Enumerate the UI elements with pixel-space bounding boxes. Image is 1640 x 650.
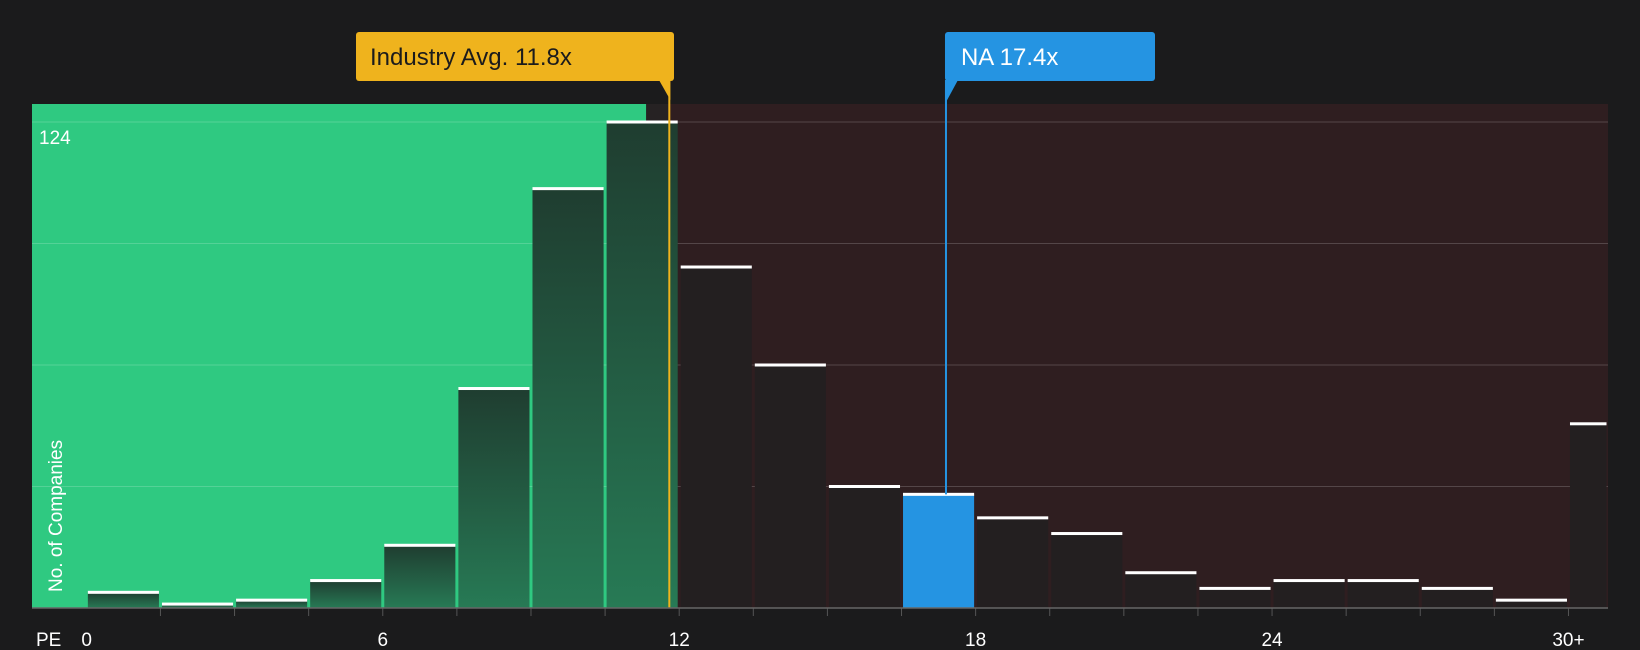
x-tick-label: 18 <box>965 630 986 650</box>
bar-cap <box>310 579 382 583</box>
bar-cap <box>532 187 604 191</box>
histogram-bar <box>754 365 826 608</box>
bar-cap <box>828 485 901 488</box>
histogram-bar <box>1273 580 1345 608</box>
bar-cap <box>1495 598 1567 602</box>
bar-cap <box>754 363 826 367</box>
x-tick-label: 24 <box>1261 630 1283 650</box>
histogram-bar <box>384 545 456 608</box>
bar-cap <box>1273 579 1345 583</box>
histogram-bar <box>1125 572 1197 608</box>
histogram-bar <box>458 388 530 608</box>
histogram-bar <box>606 122 678 608</box>
bar-cap <box>87 590 159 594</box>
bar-cap <box>680 265 752 269</box>
y-axis-title: No. of Companies <box>46 440 67 592</box>
histogram-bar <box>87 592 159 608</box>
x-tick-label: 6 <box>377 630 388 650</box>
histogram-bar <box>828 486 901 608</box>
bar-cap <box>1347 579 1419 583</box>
x-axis-title: PE <box>36 630 61 650</box>
bar-cap <box>977 516 1049 520</box>
histogram-bar <box>1199 588 1271 608</box>
x-tick-label: 12 <box>669 630 690 650</box>
histogram-bar <box>977 517 1049 608</box>
histogram-bar <box>1569 423 1607 608</box>
histogram-bar <box>903 494 975 608</box>
marker-callouts: Industry Avg. 11.8x NA 17.4x <box>356 32 1155 104</box>
pe-histogram-chart: 0 6 12 18 24 30+ 124 No. of Companies PE Indu… <box>32 32 1608 650</box>
y-max-label: 124 <box>39 128 71 149</box>
bar-cap <box>1051 532 1123 536</box>
industry-avg-label: Industry Avg. 11.8x <box>370 44 572 71</box>
bar-cap <box>236 598 308 602</box>
bar-cap <box>384 543 456 547</box>
bar-cap <box>458 387 530 391</box>
histogram-bar <box>680 267 752 608</box>
histogram-bar <box>1347 580 1419 608</box>
histogram-bar <box>1421 588 1493 608</box>
bar-cap <box>903 492 975 496</box>
company-label: NA 17.4x <box>961 44 1058 71</box>
bar-cap <box>1421 586 1493 590</box>
x-tick-label: 30+ <box>1552 630 1584 650</box>
x-axis: 0 6 12 18 24 30+ <box>32 607 1608 650</box>
bar-cap <box>1569 422 1607 426</box>
x-tick-label: 0 <box>81 630 92 650</box>
histogram-bar <box>532 188 604 608</box>
bar-cap <box>606 120 678 124</box>
bar-cap <box>1125 571 1197 575</box>
histogram-bar <box>1051 533 1123 608</box>
bar-cap <box>1199 586 1271 590</box>
bar-cap <box>161 602 234 606</box>
histogram-bar <box>310 580 382 608</box>
